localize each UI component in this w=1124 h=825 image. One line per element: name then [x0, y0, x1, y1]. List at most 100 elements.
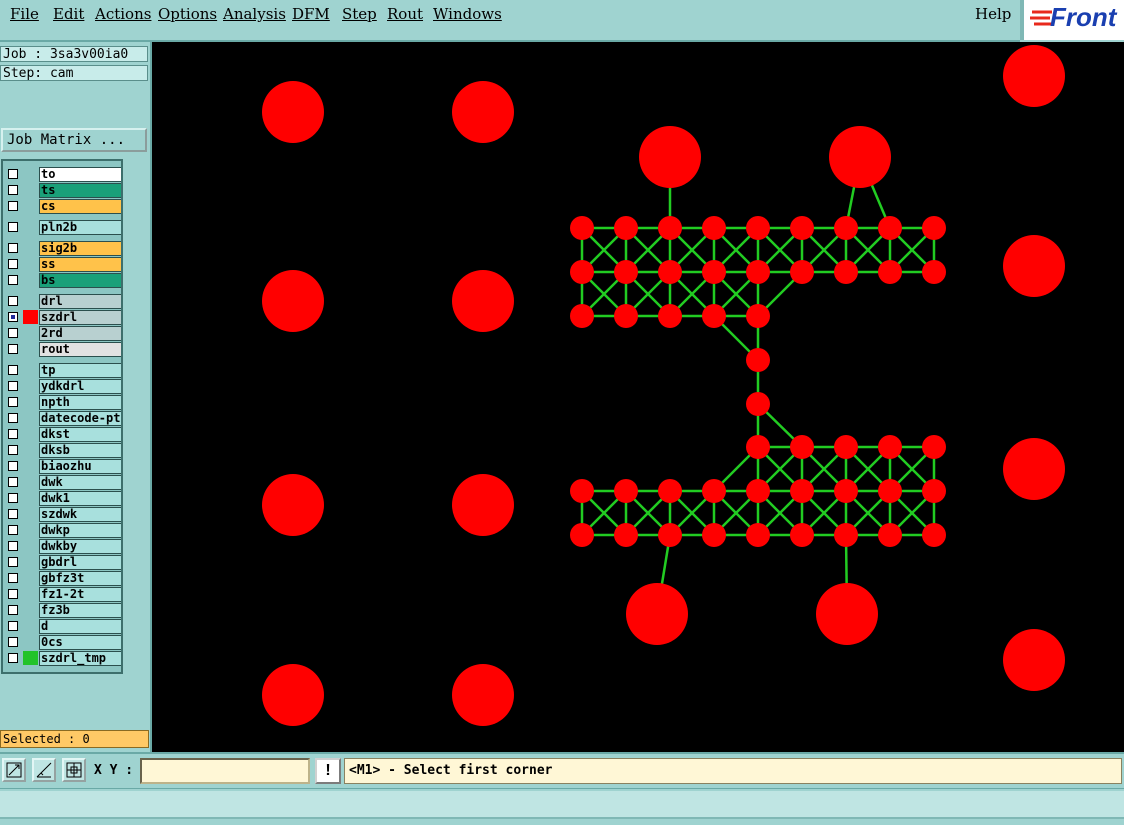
layer-checkbox[interactable]: [8, 525, 18, 535]
layer-row[interactable]: gbfz3t: [3, 571, 121, 586]
layer-color-swatch[interactable]: [23, 220, 38, 234]
layer-checkbox[interactable]: [8, 413, 18, 423]
pad-small[interactable]: [702, 260, 726, 284]
layer-color-swatch[interactable]: [23, 257, 38, 271]
layer-name[interactable]: bs: [39, 273, 121, 288]
layer-color-swatch[interactable]: [23, 183, 38, 197]
pad-large[interactable]: [452, 270, 514, 332]
layer-name[interactable]: szdrl_tmp: [39, 651, 121, 666]
layer-name[interactable]: d: [39, 619, 121, 634]
pad-large[interactable]: [262, 474, 324, 536]
pad-small[interactable]: [658, 479, 682, 503]
pad-small[interactable]: [922, 523, 946, 547]
pad-small[interactable]: [658, 260, 682, 284]
pad-small[interactable]: [746, 304, 770, 328]
layer-checkbox[interactable]: [8, 365, 18, 375]
layer-row[interactable]: dwkby: [3, 539, 121, 554]
layer-color-swatch[interactable]: [23, 310, 38, 324]
pad-small[interactable]: [746, 260, 770, 284]
menu-actions[interactable]: Actions: [95, 5, 151, 23]
layer-name[interactable]: npth: [39, 395, 121, 410]
layer-checkbox[interactable]: [8, 275, 18, 285]
layer-row[interactable]: szdwk: [3, 507, 121, 522]
pad-small[interactable]: [790, 435, 814, 459]
layer-checkbox[interactable]: [8, 259, 18, 269]
layer-name[interactable]: to: [39, 167, 121, 182]
layer-name[interactable]: dkst: [39, 427, 121, 442]
layer-name[interactable]: szdwk: [39, 507, 121, 522]
pad-small[interactable]: [702, 304, 726, 328]
pad-small[interactable]: [702, 479, 726, 503]
layer-row[interactable]: sig2b: [3, 241, 121, 256]
grid-snap-button[interactable]: [62, 758, 86, 782]
pad-small[interactable]: [702, 523, 726, 547]
layer-color-swatch[interactable]: [23, 342, 38, 356]
pad-small[interactable]: [702, 216, 726, 240]
layer-color-swatch[interactable]: [23, 635, 38, 649]
layer-name[interactable]: datecode-pte: [39, 411, 121, 426]
layer-row[interactable]: d: [3, 619, 121, 634]
layer-color-swatch[interactable]: [23, 603, 38, 617]
layer-color-swatch[interactable]: [23, 523, 38, 537]
pad-small[interactable]: [922, 216, 946, 240]
menu-edit[interactable]: Edit: [53, 5, 84, 23]
pad-small[interactable]: [570, 479, 594, 503]
pad-small[interactable]: [790, 479, 814, 503]
layer-row[interactable]: fz1-2t: [3, 587, 121, 602]
layer-color-swatch[interactable]: [23, 475, 38, 489]
layer-checkbox[interactable]: [8, 477, 18, 487]
layer-row[interactable]: dkst: [3, 427, 121, 442]
layer-name[interactable]: ts: [39, 183, 121, 198]
layer-row[interactable]: ydkdrl: [3, 379, 121, 394]
layer-checkbox[interactable]: [8, 589, 18, 599]
graphics-canvas[interactable]: [152, 42, 1124, 752]
layer-checkbox[interactable]: [8, 557, 18, 567]
pad-small[interactable]: [614, 260, 638, 284]
menu-file[interactable]: File: [10, 5, 39, 23]
layer-color-swatch[interactable]: [23, 491, 38, 505]
layer-color-swatch[interactable]: [23, 539, 38, 553]
pad-small[interactable]: [570, 216, 594, 240]
layer-row[interactable]: 2rd: [3, 326, 121, 341]
pad-small[interactable]: [834, 479, 858, 503]
layer-name[interactable]: gbfz3t: [39, 571, 121, 586]
pad-small[interactable]: [658, 216, 682, 240]
layer-name[interactable]: fz3b: [39, 603, 121, 618]
layer-color-swatch[interactable]: [23, 363, 38, 377]
layer-color-swatch[interactable]: [23, 379, 38, 393]
layer-name[interactable]: szdrl: [39, 310, 121, 325]
layer-color-swatch[interactable]: [23, 619, 38, 633]
layer-color-swatch[interactable]: [23, 587, 38, 601]
layer-row[interactable]: pln2b: [3, 220, 121, 235]
pad-small[interactable]: [746, 435, 770, 459]
layer-name[interactable]: fz1-2t: [39, 587, 121, 602]
layer-row[interactable]: dwk: [3, 475, 121, 490]
pad-small[interactable]: [790, 216, 814, 240]
pad-large[interactable]: [262, 81, 324, 143]
layer-name[interactable]: dwk1: [39, 491, 121, 506]
layer-name[interactable]: rout: [39, 342, 121, 357]
layer-checkbox[interactable]: [8, 493, 18, 503]
layer-checkbox[interactable]: [8, 605, 18, 615]
pad-small[interactable]: [878, 216, 902, 240]
layer-color-swatch[interactable]: [23, 427, 38, 441]
layer-checkbox[interactable]: [8, 621, 18, 631]
layer-row[interactable]: dwkp: [3, 523, 121, 538]
layer-checkbox[interactable]: [8, 637, 18, 647]
pad-small[interactable]: [878, 260, 902, 284]
pad-large[interactable]: [262, 270, 324, 332]
pad-large[interactable]: [639, 126, 701, 188]
layer-color-swatch[interactable]: [23, 326, 38, 340]
pad-large[interactable]: [1003, 45, 1065, 107]
menu-step[interactable]: Step: [342, 5, 377, 23]
layer-checkbox[interactable]: [8, 344, 18, 354]
pad-small[interactable]: [658, 523, 682, 547]
measure-button[interactable]: [32, 758, 56, 782]
layer-row[interactable]: dwk1: [3, 491, 121, 506]
layer-checkbox[interactable]: [8, 653, 18, 663]
exclamation-button[interactable]: !: [315, 758, 341, 784]
pad-large[interactable]: [1003, 438, 1065, 500]
layer-checkbox[interactable]: [8, 381, 18, 391]
layer-color-swatch[interactable]: [23, 241, 38, 255]
pad-small[interactable]: [614, 216, 638, 240]
